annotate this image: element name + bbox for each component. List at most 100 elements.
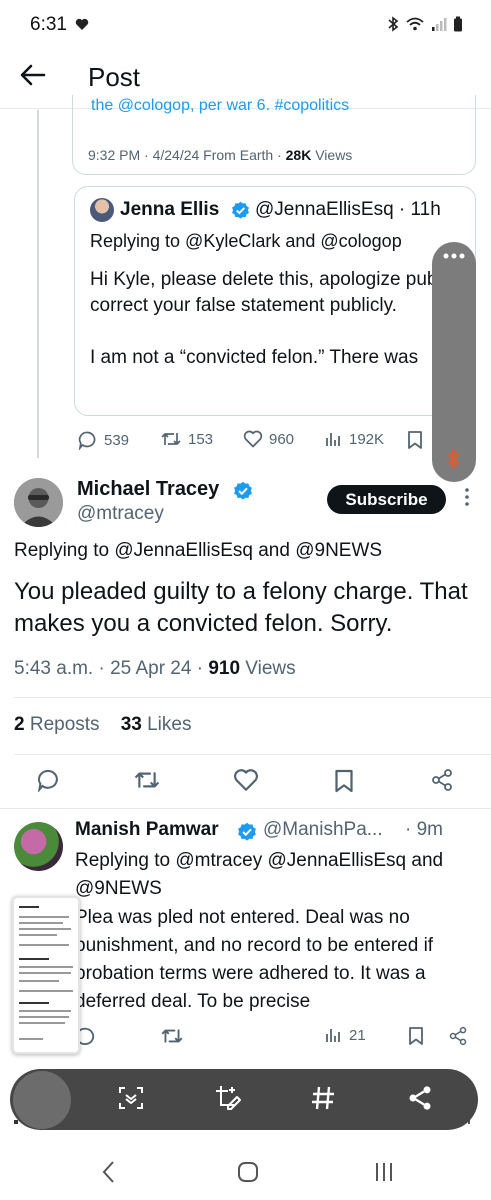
like-count: 960 [269,430,295,448]
heart-status-icon [75,18,89,31]
thumb-line [19,922,63,924]
bar-chart-icon [326,1029,340,1042]
author-name[interactable]: Michael Tracey [77,478,219,501]
replying-to: Replying to @JennaEllisEsq and @9NEWS [14,540,383,561]
reposts-stat-count: 2 [14,714,25,735]
post-text: You pleaded guilty to a felony charge. T… [14,578,468,637]
quoted-post-views-label: Views [311,147,353,163]
thumb-line [19,1002,49,1004]
share-icon [409,1086,431,1110]
more-dots-icon[interactable] [442,252,466,260]
post-text: Plea was pled not entered. Deal was no p… [75,907,434,1012]
thumb-line [19,966,73,968]
thumb-line [19,1038,43,1040]
likes-stat[interactable]: 33 Likes [121,714,192,735]
views-button[interactable]: 192K [325,430,384,448]
nav-recents-button[interactable] [373,1161,395,1183]
likes-stat-count: 33 [120,714,142,735]
thumb-line [19,990,73,992]
thumb-line [19,1016,69,1018]
quoted-post-top[interactable]: the @cologop, per war 6. #copolitics 9:3… [72,95,476,175]
views-button[interactable]: 21 [325,1026,366,1044]
quoted-post-views-count: 28K [285,147,312,163]
thumb-line [19,1022,65,1024]
post-stats: 2 Reposts 33 Likes [14,714,191,736]
share-icon [432,769,452,791]
back-button[interactable] [20,64,52,92]
repost-button[interactable]: 153 [160,430,213,448]
nav-back-button[interactable] [101,1160,117,1184]
hashtag-icon [312,1086,334,1110]
thumb-line [19,958,49,960]
views-count: 192K [349,430,385,448]
repost-button[interactable] [133,768,161,792]
thumb-line [19,1010,71,1012]
heart-icon [234,769,258,791]
floating-panel[interactable] [432,242,476,482]
arrow-left-icon [20,64,46,86]
bookmark-button[interactable] [408,1026,424,1046]
scroll-capture-button[interactable] [117,1084,145,1112]
divider [0,808,491,809]
share-button[interactable] [430,768,454,792]
bookmark-button[interactable] [407,430,423,450]
bar-chart-icon [326,433,340,446]
more-options-icon[interactable] [464,487,470,507]
bookmark-button[interactable] [334,768,354,794]
avatar[interactable] [14,478,63,527]
thumb-line [19,944,69,946]
edit-button[interactable] [214,1084,242,1112]
thumb-line [19,928,71,930]
wifi-icon [405,16,425,32]
divider [14,1120,18,1124]
repost-icon [161,1029,183,1043]
bookmark-icon [335,769,353,793]
reposts-stat-label: Reposts [24,714,100,735]
post-time: 5:43 a.m. · 25 Apr 24 · [14,658,209,679]
like-button[interactable]: 960 [243,430,294,448]
quoted-reply-card[interactable]: Jenna Ellis @JennaEllisEsq · 11h Replyin… [74,186,476,416]
chevron-left-icon [102,1161,114,1183]
avatar[interactable] [14,822,63,871]
repost-button[interactable] [160,1026,184,1046]
repost-icon [134,772,160,788]
repost-count: 153 [188,430,214,448]
author-name: Jenna Ellis [120,199,220,220]
author-handle: @mtracey [77,503,164,524]
bluetooth-icon [387,16,399,32]
reposts-stat[interactable]: 2 Reposts [14,714,100,735]
scroll-capture-icon [119,1087,143,1109]
like-button[interactable] [233,768,259,792]
verified-badge-icon [237,822,257,842]
status-icons [387,16,463,32]
reply-count: 539 [104,431,130,449]
likes-stat-label: Likes [141,714,192,735]
verified-badge-icon [231,201,250,220]
toolbar-thumbnail[interactable] [13,1071,71,1129]
author-name[interactable]: Manish Pamwar [75,819,219,841]
heart-icon [243,430,263,448]
author-handle: @JennaEllisEsq · 11h [255,199,441,220]
signal-icon [431,16,447,32]
author-handle: @ManishPa... [263,819,383,840]
subscribe-button[interactable]: Subscribe [327,485,446,514]
page-title: Post [88,62,141,92]
battery-icon [453,16,463,32]
hashtag-button[interactable] [309,1084,337,1112]
nav-home-button[interactable] [237,1161,259,1183]
crop-edit-icon [216,1086,241,1110]
screenshot-thumbnail[interactable] [12,896,80,1054]
share-button[interactable] [448,1026,468,1046]
reply-button[interactable]: 539 [78,430,129,450]
thumb-line [19,980,59,982]
bluetooth-icon[interactable] [444,448,462,470]
share-button[interactable] [406,1084,434,1112]
recents-icon [376,1163,392,1181]
bookmark-icon [409,1027,423,1045]
post-views-count: 910 [208,658,241,679]
thumb-line [19,934,57,936]
reply-button[interactable] [37,768,61,792]
avatar [90,198,114,222]
share-icon [449,1026,467,1046]
bookmark-icon [408,431,422,449]
